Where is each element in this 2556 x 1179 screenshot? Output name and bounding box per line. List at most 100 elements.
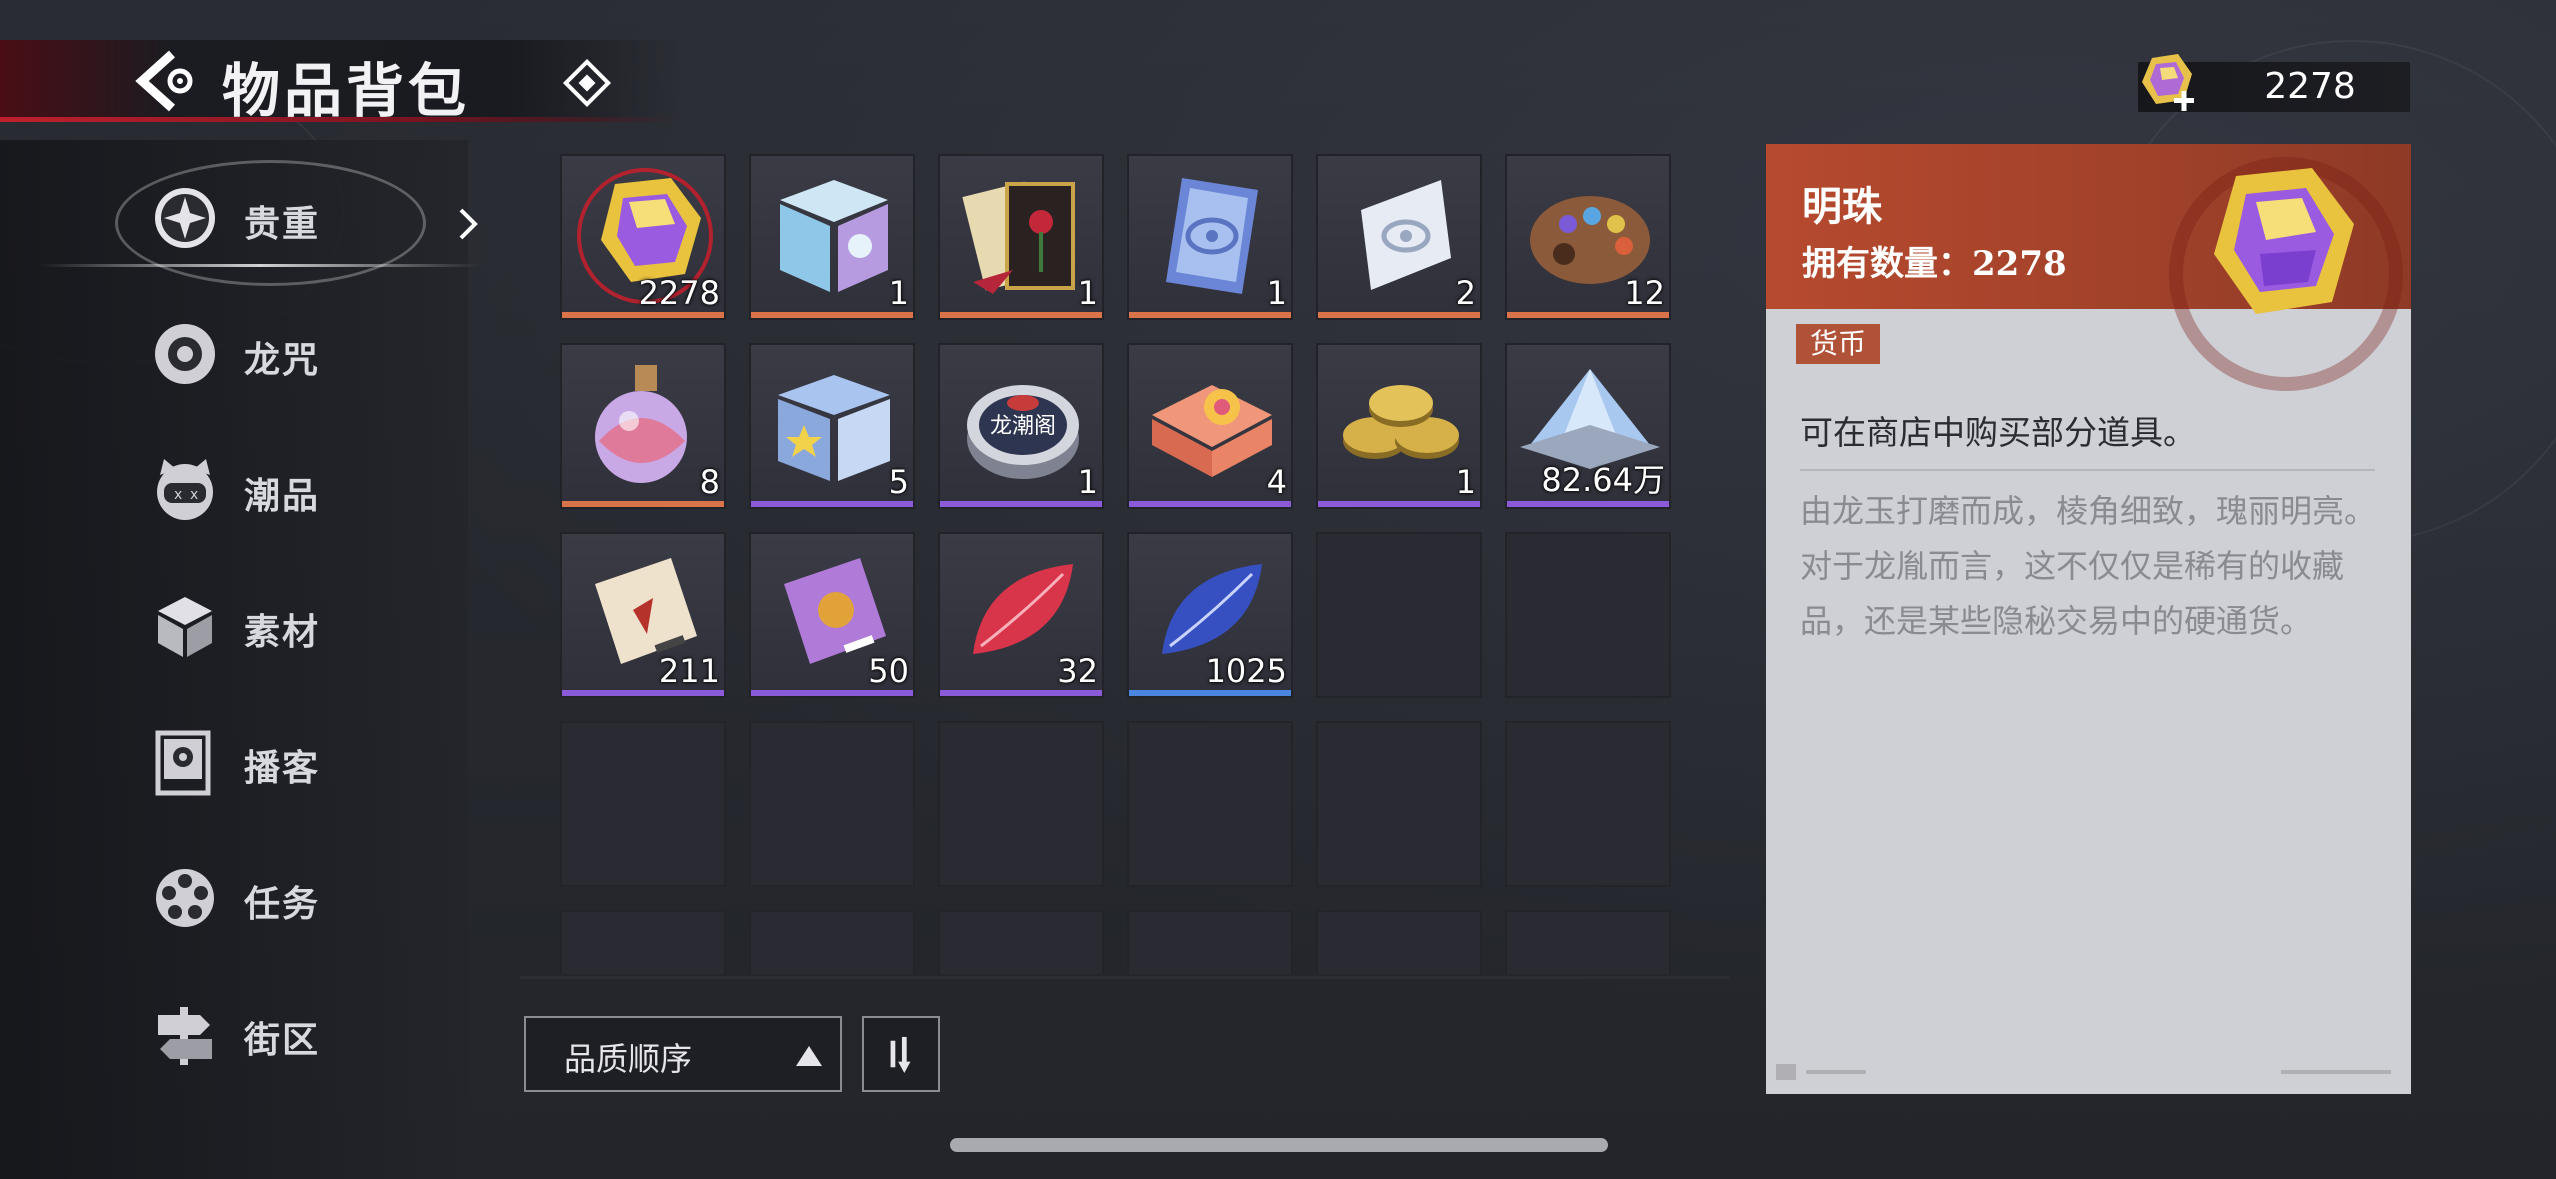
inventory-slot[interactable]: 1	[749, 154, 915, 320]
inventory-slot[interactable]: 1	[938, 154, 1104, 320]
item-quantity: 82.64万	[1541, 461, 1665, 499]
empty-slot	[560, 910, 726, 974]
star-compass-icon	[155, 188, 215, 248]
empty-slot	[749, 721, 915, 887]
detail-owned-count: 拥有数量：2278	[1802, 244, 2067, 284]
item-quantity: 1	[1266, 274, 1287, 312]
empty-slot	[1505, 721, 1671, 887]
triangle-up-icon	[796, 1046, 822, 1066]
sidebar-item-label: 素材	[244, 612, 321, 653]
detail-item-name: 明珠	[1802, 183, 1882, 230]
empty-slot	[1316, 532, 1482, 698]
item-type-badge: 货币	[1796, 324, 1881, 364]
rose-gift-box-icon	[962, 181, 1075, 294]
home-indicator	[950, 1138, 1608, 1152]
inventory-slot[interactable]: 龙潮阁 1	[938, 343, 1104, 509]
item-quantity: 1	[888, 274, 909, 312]
sidebar-item-curses[interactable]: 龙咒	[150, 309, 450, 399]
potion-bottle-icon	[595, 365, 687, 483]
empty-slot	[1127, 910, 1293, 974]
inventory-slot[interactable]: 5	[749, 343, 915, 509]
inventory-slot[interactable]: 32	[938, 532, 1104, 698]
empty-slot	[1127, 721, 1293, 887]
item-quantity: 1	[1077, 463, 1098, 501]
signpost-icon	[158, 1007, 212, 1065]
empty-slot	[560, 721, 726, 887]
tin-can-label: 龙潮阁	[990, 414, 1056, 439]
item-quantity: 1025	[1205, 652, 1287, 690]
rarity-bar	[1129, 312, 1291, 318]
rarity-bar	[1318, 312, 1480, 318]
back-button[interactable]	[128, 48, 202, 114]
rarity-bar	[1129, 501, 1291, 507]
inventory-slot[interactable]: 211	[560, 532, 726, 698]
rarity-bar	[1507, 501, 1669, 507]
inventory-slot[interactable]: 1025	[1127, 532, 1293, 698]
gem-currency-add-icon[interactable]	[2134, 50, 2198, 116]
rarity-bar	[1507, 312, 1669, 318]
blue-crystal-badge-icon	[1166, 178, 1258, 294]
sidebar-item-materials[interactable]: 素材	[150, 581, 450, 671]
sidebar-item-label: 任务	[244, 884, 321, 925]
sidebar-item-label: 潮品	[244, 476, 321, 517]
vinyl-record-icon	[155, 324, 215, 384]
rarity-bar	[940, 312, 1102, 318]
sidebar-item-district[interactable]: 街区	[150, 989, 450, 1079]
rarity-bar	[940, 501, 1102, 507]
inventory-slot[interactable]: 1	[1127, 154, 1293, 320]
sidebar-item-podcast[interactable]: 播客	[150, 717, 450, 807]
tin-can-icon: 龙潮阁	[967, 385, 1079, 479]
cube-icon	[158, 597, 212, 657]
podcast-book-icon	[155, 730, 211, 796]
rarity-bar	[1318, 501, 1480, 507]
sort-order-label: 品质顺序	[564, 1040, 693, 1078]
inventory-slot[interactable]: 2	[1316, 154, 1482, 320]
item-quantity: 1	[1077, 274, 1098, 312]
item-quantity: 8	[699, 463, 720, 501]
yellow-gem-icon	[2214, 168, 2354, 314]
empty-slot	[1316, 910, 1482, 974]
sort-order-select[interactable]: 品质顺序	[524, 1016, 842, 1092]
chevron-right-icon	[459, 208, 478, 240]
gold-coins-icon	[1343, 385, 1459, 459]
film-reel-icon	[156, 869, 214, 927]
inventory-slot[interactable]: 50	[749, 532, 915, 698]
inventory-slot[interactable]: 1	[1316, 343, 1482, 509]
item-quantity: 2278	[638, 274, 720, 312]
sort-direction-button[interactable]	[862, 1016, 940, 1092]
sidebar-item-valuables[interactable]: 贵重	[150, 173, 450, 263]
sidebar-item-label: 龙咒	[244, 340, 321, 381]
item-quantity: 2	[1455, 274, 1476, 312]
active-category-underline	[40, 264, 480, 267]
inventory-grid: 2278 1 1 1 2 12 8 5 龙潮阁 1 4 1 82.64万 211 50 32 1025	[560, 154, 1690, 974]
detail-divider	[1800, 469, 2375, 471]
rarity-bar	[751, 501, 913, 507]
panel-footer-decoration	[1776, 1064, 2391, 1080]
sidebar-item-tasks[interactable]: 任务	[150, 853, 450, 943]
item-quantity: 32	[1057, 652, 1098, 690]
detail-description: 由龙玉打磨而成，棱角细致，瑰丽明亮。对于龙胤而言，这不仅仅是稀有的收藏品，还是某…	[1800, 492, 2377, 640]
empty-slot	[938, 910, 1104, 974]
inventory-slot[interactable]: 12	[1505, 154, 1671, 320]
svg-text:x: x	[174, 487, 182, 503]
item-quantity: 50	[868, 652, 909, 690]
item-quantity: 4	[1266, 463, 1287, 501]
rarity-bar	[751, 690, 913, 696]
diamond-menu-icon[interactable]	[562, 58, 612, 108]
rarity-bar	[562, 312, 724, 318]
sidebar-item-label: 街区	[244, 1020, 321, 1061]
inventory-slot[interactable]: 82.64万	[1505, 343, 1671, 509]
inventory-slot[interactable]: 2278	[560, 154, 726, 320]
inventory-slot[interactable]: 4	[1127, 343, 1293, 509]
rarity-bar	[1129, 690, 1291, 696]
sidebar-item-fashion[interactable]: xx 潮品	[150, 445, 450, 535]
cat-mask-icon: xx	[157, 459, 213, 520]
inventory-screen: 物品背包 2278 贵重 龙咒 xx 潮品 素材 播客 任务 街区 2278 1…	[0, 0, 2556, 1179]
rarity-bar	[562, 690, 724, 696]
sort-direction-icon	[890, 1036, 911, 1073]
item-quantity: 5	[888, 463, 909, 501]
inventory-slot[interactable]: 8	[560, 343, 726, 509]
item-quantity: 1	[1455, 463, 1476, 501]
rarity-bar	[562, 501, 724, 507]
grid-bottom-divider	[520, 976, 1730, 979]
